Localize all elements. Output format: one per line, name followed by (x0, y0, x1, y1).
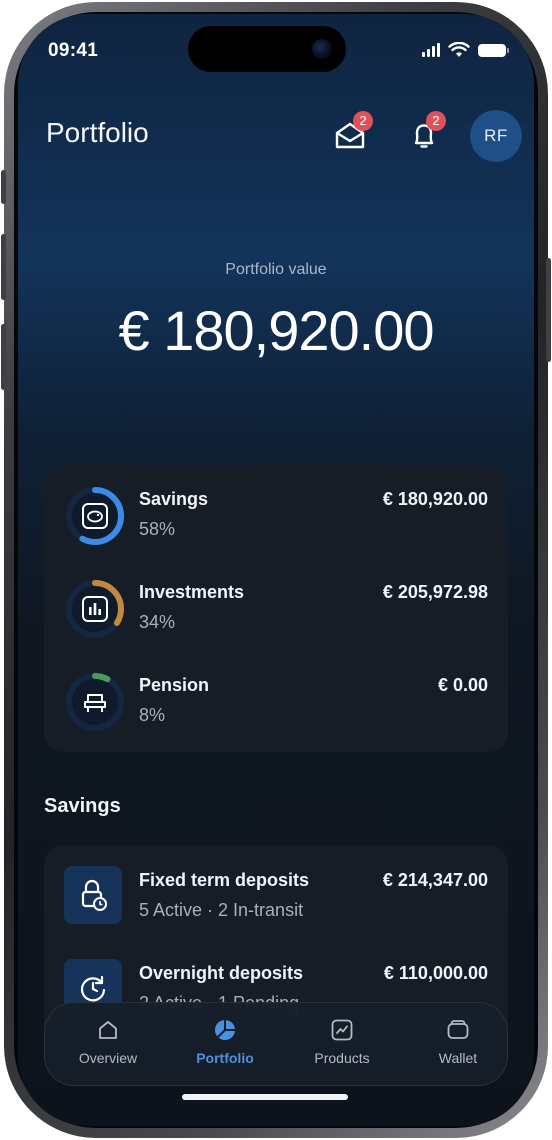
savings-item-fixed-term[interactable]: Fixed term deposits 5 Active · 2 In-tran… (44, 866, 508, 936)
dynamic-island (188, 26, 346, 72)
accounts-card: Savings 58% € 180,920.00 Investments 34%… (44, 466, 508, 752)
wifi-icon (448, 42, 470, 57)
account-row-investments[interactable]: Investments 34% € 205,972.98 (44, 578, 508, 648)
account-amount: € 180,920.00 (382, 489, 488, 509)
chart-line-icon (331, 1019, 353, 1041)
savings-item-name: Fixed term deposits (139, 870, 310, 890)
savings-item-name: Overnight deposits (139, 963, 304, 983)
wallet-icon (447, 1020, 469, 1039)
mail-badge: 2 (353, 111, 373, 131)
tab-overview[interactable]: Overview (53, 1003, 163, 1085)
screen: 09:41 Portfolio 2 2 RF Portfolio value €… (18, 14, 534, 1126)
notifications-button[interactable]: 2 (406, 111, 446, 154)
account-percent: 58% (139, 519, 176, 539)
savings-item-amount: € 110,000.00 (383, 963, 488, 983)
bottom-tab-bar: Overview Portfolio Products Wallet (44, 1002, 508, 1086)
home-indicator[interactable] (182, 1094, 348, 1100)
pension-progress-ring (66, 673, 124, 731)
lock-clock-icon (81, 879, 107, 911)
account-percent: 34% (139, 612, 176, 632)
volume-down-button (1, 324, 6, 390)
phone-frame: 09:41 Portfolio 2 2 RF Portfolio value €… (1, 2, 551, 1138)
account-name: Pension (139, 675, 210, 695)
tab-label: Products (314, 1050, 370, 1066)
page-title: Portfolio (46, 117, 149, 148)
tab-products[interactable]: Products (287, 1003, 397, 1085)
savings-progress-ring (66, 487, 124, 545)
pie-chart-icon (215, 1020, 235, 1040)
cellular-signal-icon (422, 43, 440, 57)
tab-label: Wallet (438, 1050, 478, 1066)
account-amount: € 0.00 (437, 675, 488, 695)
fixed-term-icon-tile (64, 866, 122, 924)
home-icon (99, 1021, 117, 1039)
investments-progress-ring (66, 580, 124, 638)
account-amount: € 205,972.98 (382, 582, 488, 602)
account-percent: 8% (139, 705, 166, 725)
tab-label: Overview (78, 1050, 138, 1066)
front-camera (312, 39, 332, 59)
status-icons (422, 42, 509, 58)
action-button (1, 170, 6, 204)
savings-item-subtitle: 5 Active · 2 In-transit (139, 900, 304, 920)
account-name: Savings (139, 489, 209, 509)
account-name: Investments (139, 582, 245, 602)
savings-section-title: Savings (44, 795, 121, 817)
avatar[interactable]: RF (470, 110, 522, 162)
account-row-savings[interactable]: Savings 58% € 180,920.00 (44, 485, 508, 555)
portfolio-value-amount: € 180,920.00 (118, 299, 435, 362)
mail-button[interactable]: 2 (332, 111, 373, 154)
portfolio-value-label: Portfolio value (225, 261, 327, 278)
status-time: 09:41 (48, 40, 99, 61)
account-row-pension[interactable]: Pension 8% € 0.00 (44, 671, 508, 741)
tab-label: Portfolio (196, 1050, 254, 1066)
tab-wallet[interactable]: Wallet (403, 1003, 513, 1085)
savings-item-amount: € 214,347.00 (382, 870, 488, 890)
volume-up-button (1, 234, 6, 300)
notification-badge: 2 (426, 111, 446, 131)
battery-icon (478, 43, 509, 57)
power-button (546, 258, 551, 362)
tab-portfolio[interactable]: Portfolio (170, 1003, 280, 1085)
